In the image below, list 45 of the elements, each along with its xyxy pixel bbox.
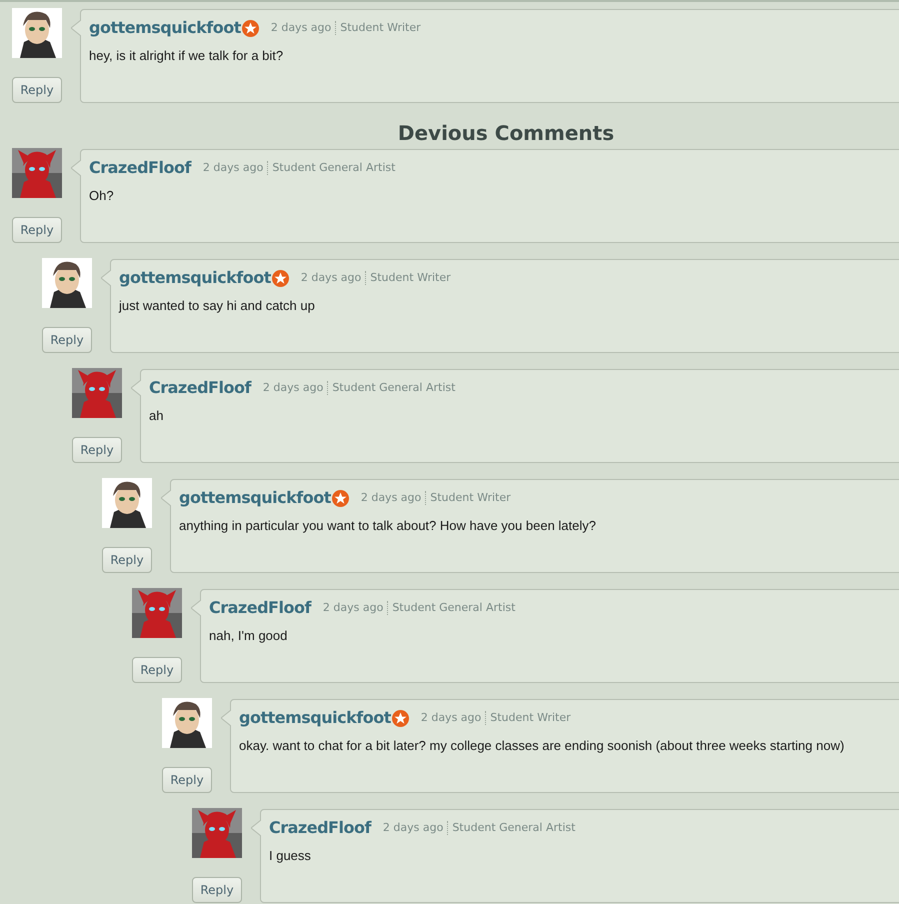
reply-button[interactable]: Reply	[102, 547, 152, 573]
reply-button[interactable]: Reply	[12, 217, 62, 243]
timestamp: 2 days ago	[382, 820, 444, 836]
comment-text: okay. want to chat for a bit later? my college classes are ending soonish (about three weeks starting now)	[239, 737, 846, 755]
username-link[interactable]: gottemsquickfoot	[179, 486, 331, 510]
timestamp: 2 days ago	[322, 600, 384, 616]
reply-button[interactable]: Reply	[192, 877, 242, 903]
timestamp: 2 days ago	[300, 270, 362, 286]
section-heading: Devious Comments	[396, 120, 616, 147]
reply-button[interactable]: Reply	[162, 767, 212, 793]
username-link[interactable]: CrazedFloof	[209, 596, 311, 620]
username-link[interactable]: CrazedFloof	[149, 376, 251, 400]
comment-text: I guess	[269, 847, 312, 865]
comment-text: Oh?	[89, 187, 115, 205]
timestamp: 2 days ago	[202, 160, 264, 176]
star-badge-icon	[392, 710, 409, 726]
user-role: Student General Artist	[452, 820, 576, 836]
comment-text: anything in particular you want to talk about? How have you been lately?	[179, 517, 597, 535]
star-badge-icon	[332, 490, 349, 506]
reply-button[interactable]: Reply	[72, 437, 122, 463]
user-role: Student Writer	[340, 20, 421, 36]
timestamp: 2 days ago	[270, 20, 332, 36]
username-link[interactable]: CrazedFloof	[89, 156, 191, 180]
timestamp: 2 days ago	[262, 380, 324, 396]
comment-text: nah, I'm good	[209, 627, 288, 645]
username-link[interactable]: gottemsquickfoot	[119, 266, 271, 290]
user-role: Student Writer	[490, 710, 571, 726]
username-link[interactable]: gottemsquickfoot	[239, 706, 391, 730]
comment-text: ah	[149, 407, 164, 425]
comment-text: just wanted to say hi and catch up	[119, 297, 316, 315]
user-role: Student Writer	[430, 490, 511, 506]
reply-button[interactable]: Reply	[12, 77, 62, 103]
timestamp: 2 days ago	[360, 490, 422, 506]
reply-button[interactable]: Reply	[42, 327, 92, 353]
user-role: Student General Artist	[332, 380, 456, 396]
timestamp: 2 days ago	[420, 710, 482, 726]
user-role: Student General Artist	[272, 160, 396, 176]
username-link[interactable]: gottemsquickfoot	[89, 16, 241, 40]
comment-text: hey, is it alright if we talk for a bit?	[89, 47, 284, 65]
star-badge-icon	[272, 270, 289, 286]
reply-button[interactable]: Reply	[132, 657, 182, 683]
user-role: Student Writer	[370, 270, 451, 286]
user-role: Student General Artist	[392, 600, 516, 616]
username-link[interactable]: CrazedFloof	[269, 816, 371, 840]
star-badge-icon	[242, 20, 259, 36]
